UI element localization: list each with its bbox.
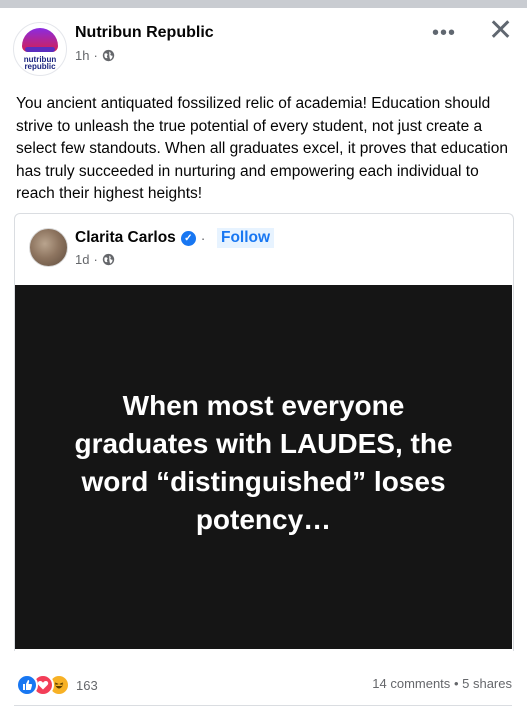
page-name[interactable]: Nutribun Republic: [75, 24, 214, 42]
reaction-count: 163: [76, 677, 98, 693]
post-stats: 14 comments • 5 shares: [372, 676, 512, 691]
follow-separator: ·: [200, 230, 206, 246]
more-options-icon[interactable]: •••: [432, 22, 456, 45]
meta-separator: ·: [93, 48, 98, 63]
avatar-logo-text-2: republic: [24, 62, 56, 71]
post-meta: 1h ·: [75, 48, 115, 63]
close-icon[interactable]: ✕: [488, 14, 513, 48]
shared-time[interactable]: 1d: [75, 252, 89, 267]
follow-button[interactable]: Follow: [217, 228, 275, 248]
logo-band: [25, 47, 55, 52]
divider: [14, 705, 512, 706]
verified-badge-icon: ✓: [180, 230, 196, 246]
post-body: You ancient antiquated fossilized relic …: [16, 95, 508, 202]
shared-meta: 1d ·: [75, 252, 115, 267]
reactions-summary[interactable]: 163: [16, 674, 98, 696]
page-avatar[interactable]: nutribun republic: [13, 22, 67, 76]
stats-separator: •: [453, 676, 459, 691]
globe-icon: [102, 49, 114, 62]
shared-author-row: Clarita Carlos ✓ ·: [75, 229, 205, 247]
image-caption-text: When most everyone graduates with LAUDES…: [74, 390, 453, 535]
shared-image[interactable]: When most everyone graduates with LAUDES…: [15, 285, 512, 649]
shared-author-name[interactable]: Clarita Carlos: [75, 229, 176, 247]
shares-count[interactable]: 5 shares: [462, 676, 512, 691]
top-bar: [0, 0, 527, 8]
comments-count[interactable]: 14 comments: [372, 676, 450, 691]
shared-author-avatar[interactable]: [29, 228, 68, 267]
like-icon: [16, 674, 38, 696]
shared-meta-separator: ·: [93, 252, 98, 267]
post-time[interactable]: 1h: [75, 48, 89, 63]
globe-icon: [102, 253, 114, 266]
